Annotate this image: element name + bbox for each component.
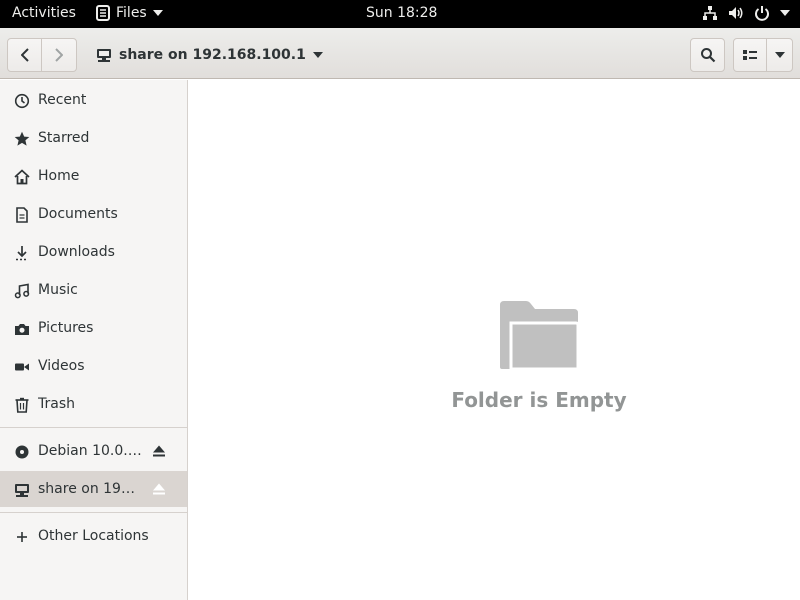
volume-icon (729, 7, 743, 19)
system-tray[interactable] (702, 5, 790, 21)
clock[interactable]: Sun 18:28 (366, 5, 437, 21)
network-share-icon (97, 49, 111, 62)
sidebar-item-label: Documents (38, 206, 118, 222)
search-button[interactable] (690, 38, 725, 72)
sidebar-item-other-locations[interactable]: Other Locations (0, 518, 187, 554)
plus-icon (14, 529, 30, 545)
top-bar: Activities Files Sun 18:28 (0, 0, 800, 28)
sidebar-item-music[interactable]: Music (0, 272, 187, 308)
app-menu-label: Files (116, 5, 147, 21)
sidebar-item-home[interactable]: Home (0, 158, 187, 194)
list-view-icon (743, 50, 757, 60)
sidebar-item-documents[interactable]: Documents (0, 196, 187, 232)
empty-folder-message: Folder is Empty (451, 388, 627, 412)
header-bar: share on 192.168.100.1 (0, 28, 800, 79)
sidebar-item-label: Home (38, 168, 80, 184)
sidebar-item-downloads[interactable]: Downloads (0, 234, 187, 270)
sidebar: Recent Starred Home Documents Downloads … (0, 80, 188, 600)
back-button[interactable] (7, 38, 42, 72)
files-app-icon (96, 5, 110, 21)
folder-icon (500, 301, 580, 371)
chevron-down-icon (774, 52, 785, 58)
file-view[interactable]: Folder is Empty (189, 80, 800, 600)
clock-icon (14, 93, 30, 109)
network-share-icon (14, 482, 30, 498)
search-icon (700, 48, 715, 63)
sidebar-item-label: Downloads (38, 244, 115, 260)
activities-button[interactable]: Activities (12, 5, 76, 21)
chevron-down-icon (152, 10, 163, 16)
sidebar-item-label: Recent (38, 92, 87, 108)
trash-icon (14, 397, 30, 413)
forward-button[interactable] (41, 38, 77, 72)
sidebar-item-label: Videos (38, 358, 85, 374)
eject-icon[interactable] (151, 481, 167, 497)
view-mode-button[interactable] (733, 38, 767, 72)
network-wired-icon (703, 6, 717, 20)
chevron-down-icon (312, 52, 323, 58)
sidebar-item-label: Pictures (38, 320, 94, 336)
home-icon (14, 169, 30, 185)
sidebar-item-label: Starred (38, 130, 90, 146)
app-menu[interactable]: Files (96, 5, 163, 21)
sidebar-item-starred[interactable]: Starred (0, 120, 187, 156)
sidebar-item-label: Other Locations (38, 528, 149, 544)
sidebar-item-pictures[interactable]: Pictures (0, 310, 187, 346)
sidebar-item-network-share[interactable]: share on 192.... (0, 471, 187, 507)
video-icon (14, 359, 30, 375)
document-icon (14, 207, 30, 223)
location-label: share on 192.168.100.1 (119, 47, 306, 63)
chevron-left-icon (20, 48, 29, 62)
sidebar-item-label: share on 192.... (38, 481, 143, 497)
star-icon (14, 131, 30, 147)
eject-icon[interactable] (151, 443, 167, 459)
sidebar-item-label: Debian 10.0.0... (38, 443, 143, 459)
download-icon (14, 245, 30, 261)
sidebar-item-videos[interactable]: Videos (0, 348, 187, 384)
sidebar-item-debian-disc[interactable]: Debian 10.0.0... (0, 433, 187, 469)
sidebar-item-label: Music (38, 282, 78, 298)
view-options-button[interactable] (766, 38, 793, 72)
disc-icon (14, 444, 30, 460)
chevron-right-icon (55, 48, 63, 62)
music-icon (14, 283, 30, 299)
chevron-down-icon (780, 10, 790, 16)
sidebar-separator (0, 512, 187, 513)
camera-icon (14, 321, 30, 337)
sidebar-item-label: Trash (38, 396, 75, 412)
power-icon (755, 6, 769, 21)
location-path-button[interactable]: share on 192.168.100.1 (96, 38, 323, 72)
sidebar-item-recent[interactable]: Recent (0, 82, 187, 118)
sidebar-separator (0, 427, 187, 428)
sidebar-item-trash[interactable]: Trash (0, 386, 187, 422)
